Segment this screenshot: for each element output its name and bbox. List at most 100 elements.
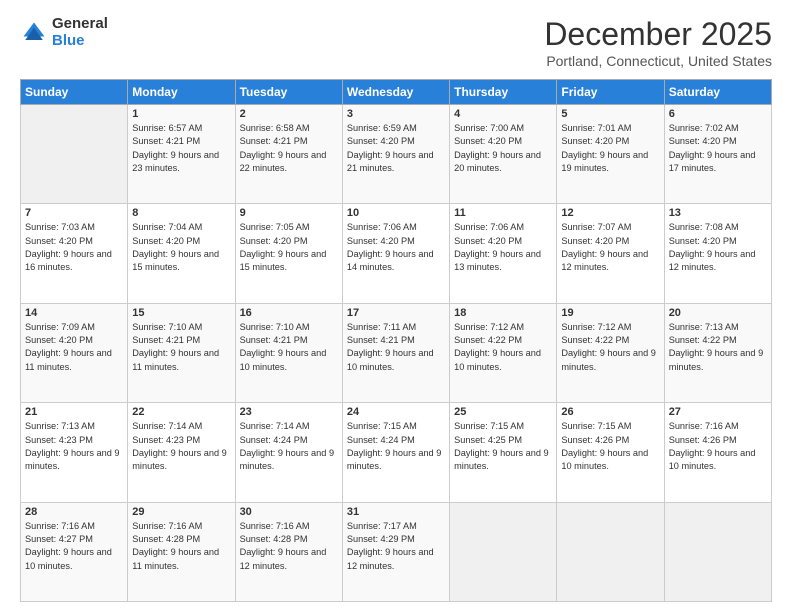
cell-info: Sunrise: 7:11 AMSunset: 4:21 PMDaylight:…	[347, 321, 445, 374]
logo-general: General	[52, 16, 108, 33]
cell-info: Sunrise: 7:07 AMSunset: 4:20 PMDaylight:…	[561, 221, 659, 274]
logo-icon	[20, 19, 48, 47]
day-number: 1	[132, 108, 230, 120]
day-number: 28	[25, 506, 123, 518]
cell-info: Sunrise: 7:01 AMSunset: 4:20 PMDaylight:…	[561, 122, 659, 175]
day-number: 30	[240, 506, 338, 518]
calendar-cell: 26 Sunrise: 7:15 AMSunset: 4:26 PMDayligh…	[557, 403, 664, 502]
cell-info: Sunrise: 6:59 AMSunset: 4:20 PMDaylight:…	[347, 122, 445, 175]
week-row-2: 14Sunrise: 7:09 AMSunset: 4:20 PMDayligh…	[21, 303, 772, 402]
day-number: 2	[240, 108, 338, 120]
cell-info: Sunrise: 6:57 AMSunset: 4:21 PMDaylight:…	[132, 122, 230, 175]
cell-info: Sunrise: 7:14 AMSunset: 4:24 PMDaylight:…	[240, 420, 338, 473]
cell-info: Sunrise: 7:14 AMSunset: 4:23 PMDaylight:…	[132, 420, 230, 473]
calendar-cell: 20 Sunrise: 7:13 AMSunset: 4:22 PMDayligh…	[664, 303, 771, 402]
week-row-1: 7 Sunrise: 7:03 AMSunset: 4:20 PMDaylight…	[21, 204, 772, 303]
cell-info: Sunrise: 7:12 AMSunset: 4:22 PMDaylight:…	[561, 321, 659, 374]
cell-info: Sunrise: 7:16 AMSunset: 4:28 PMDaylight:…	[132, 520, 230, 573]
day-number: 9	[240, 207, 338, 219]
logo-text: General Blue	[52, 16, 108, 49]
day-number: 4	[454, 108, 552, 120]
calendar-cell	[664, 502, 771, 601]
calendar-cell: 23Sunrise: 7:14 AMSunset: 4:24 PMDayligh…	[235, 403, 342, 502]
day-header-wednesday: Wednesday	[342, 80, 449, 105]
day-number: 27	[669, 406, 767, 418]
calendar-cell: 19Sunrise: 7:12 AMSunset: 4:22 PMDayligh…	[557, 303, 664, 402]
calendar-cell: 18 Sunrise: 7:12 AMSunset: 4:22 PMDayligh…	[450, 303, 557, 402]
day-number: 3	[347, 108, 445, 120]
cell-info: Sunrise: 7:00 AMSunset: 4:20 PMDaylight:…	[454, 122, 552, 175]
day-header-saturday: Saturday	[664, 80, 771, 105]
cell-info: Sunrise: 7:16 AMSunset: 4:27 PMDaylight:…	[25, 520, 123, 573]
day-header-tuesday: Tuesday	[235, 80, 342, 105]
calendar-cell: 21 Sunrise: 7:13 AMSunset: 4:23 PMDayligh…	[21, 403, 128, 502]
calendar-cell: 7 Sunrise: 7:03 AMSunset: 4:20 PMDaylight…	[21, 204, 128, 303]
cell-info: Sunrise: 7:16 AMSunset: 4:28 PMDaylight:…	[240, 520, 338, 573]
month-title: December 2025	[544, 16, 772, 53]
calendar-cell: 8Sunrise: 7:04 AMSunset: 4:20 PMDaylight…	[128, 204, 235, 303]
day-number: 6	[669, 108, 767, 120]
calendar-cell: 22 Sunrise: 7:14 AMSunset: 4:23 PMDayligh…	[128, 403, 235, 502]
calendar-cell: 15Sunrise: 7:10 AMSunset: 4:21 PMDayligh…	[128, 303, 235, 402]
calendar-cell	[21, 105, 128, 204]
location-title: Portland, Connecticut, United States	[544, 53, 772, 69]
cell-info: Sunrise: 7:15 AMSunset: 4:24 PMDaylight:…	[347, 420, 445, 473]
calendar-cell: 25Sunrise: 7:15 AMSunset: 4:25 PMDayligh…	[450, 403, 557, 502]
calendar-cell: 4 Sunrise: 7:00 AMSunset: 4:20 PMDaylight…	[450, 105, 557, 204]
day-header-friday: Friday	[557, 80, 664, 105]
calendar-cell: 24 Sunrise: 7:15 AMSunset: 4:24 PMDayligh…	[342, 403, 449, 502]
cell-info: Sunrise: 7:13 AMSunset: 4:22 PMDaylight:…	[669, 321, 767, 374]
cell-info: Sunrise: 7:09 AMSunset: 4:20 PMDaylight:…	[25, 321, 123, 374]
cell-info: Sunrise: 7:10 AMSunset: 4:21 PMDaylight:…	[132, 321, 230, 374]
week-row-0: 1 Sunrise: 6:57 AMSunset: 4:21 PMDaylight…	[21, 105, 772, 204]
calendar-cell: 10Sunrise: 7:06 AMSunset: 4:20 PMDayligh…	[342, 204, 449, 303]
cell-info: Sunrise: 7:12 AMSunset: 4:22 PMDaylight:…	[454, 321, 552, 374]
calendar-cell: 11Sunrise: 7:06 AMSunset: 4:20 PMDayligh…	[450, 204, 557, 303]
title-block: December 2025 Portland, Connecticut, Uni…	[544, 16, 772, 69]
week-row-3: 21 Sunrise: 7:13 AMSunset: 4:23 PMDayligh…	[21, 403, 772, 502]
logo: General Blue	[20, 16, 108, 49]
day-number: 12	[561, 207, 659, 219]
calendar-cell: 14Sunrise: 7:09 AMSunset: 4:20 PMDayligh…	[21, 303, 128, 402]
cell-info: Sunrise: 7:13 AMSunset: 4:23 PMDaylight:…	[25, 420, 123, 473]
day-header-monday: Monday	[128, 80, 235, 105]
calendar-cell: 6 Sunrise: 7:02 AMSunset: 4:20 PMDaylight…	[664, 105, 771, 204]
calendar-cell: 29Sunrise: 7:16 AMSunset: 4:28 PMDayligh…	[128, 502, 235, 601]
calendar-cell: 12 Sunrise: 7:07 AMSunset: 4:20 PMDayligh…	[557, 204, 664, 303]
calendar-table: SundayMondayTuesdayWednesdayThursdayFrid…	[20, 79, 772, 602]
day-header-sunday: Sunday	[21, 80, 128, 105]
calendar-cell: 3 Sunrise: 6:59 AMSunset: 4:20 PMDaylight…	[342, 105, 449, 204]
calendar-cell: 2 Sunrise: 6:58 AMSunset: 4:21 PMDaylight…	[235, 105, 342, 204]
cell-info: Sunrise: 6:58 AMSunset: 4:21 PMDaylight:…	[240, 122, 338, 175]
day-number: 24	[347, 406, 445, 418]
day-number: 16	[240, 307, 338, 319]
cell-info: Sunrise: 7:17 AMSunset: 4:29 PMDaylight:…	[347, 520, 445, 573]
day-number: 11	[454, 207, 552, 219]
cell-info: Sunrise: 7:15 AMSunset: 4:25 PMDaylight:…	[454, 420, 552, 473]
day-number: 18	[454, 307, 552, 319]
cell-info: Sunrise: 7:02 AMSunset: 4:20 PMDaylight:…	[669, 122, 767, 175]
calendar-cell	[450, 502, 557, 601]
cell-info: Sunrise: 7:10 AMSunset: 4:21 PMDaylight:…	[240, 321, 338, 374]
day-number: 20	[669, 307, 767, 319]
cell-info: Sunrise: 7:05 AMSunset: 4:20 PMDaylight:…	[240, 221, 338, 274]
calendar-cell: 30 Sunrise: 7:16 AMSunset: 4:28 PMDayligh…	[235, 502, 342, 601]
cell-info: Sunrise: 7:15 AMSunset: 4:26 PMDaylight:…	[561, 420, 659, 473]
calendar-cell: 1 Sunrise: 6:57 AMSunset: 4:21 PMDaylight…	[128, 105, 235, 204]
calendar-cell: 13Sunrise: 7:08 AMSunset: 4:20 PMDayligh…	[664, 204, 771, 303]
day-number: 10	[347, 207, 445, 219]
cell-info: Sunrise: 7:03 AMSunset: 4:20 PMDaylight:…	[25, 221, 123, 274]
calendar-header: SundayMondayTuesdayWednesdayThursdayFrid…	[21, 80, 772, 105]
cell-info: Sunrise: 7:16 AMSunset: 4:26 PMDaylight:…	[669, 420, 767, 473]
calendar-cell: 31Sunrise: 7:17 AMSunset: 4:29 PMDayligh…	[342, 502, 449, 601]
calendar-cell: 16 Sunrise: 7:10 AMSunset: 4:21 PMDayligh…	[235, 303, 342, 402]
page: General Blue December 2025 Portland, Con…	[0, 0, 792, 612]
day-number: 13	[669, 207, 767, 219]
day-number: 22	[132, 406, 230, 418]
day-number: 21	[25, 406, 123, 418]
calendar-cell: 17 Sunrise: 7:11 AMSunset: 4:21 PMDayligh…	[342, 303, 449, 402]
calendar-cell: 9 Sunrise: 7:05 AMSunset: 4:20 PMDaylight…	[235, 204, 342, 303]
day-number: 17	[347, 307, 445, 319]
day-number: 26	[561, 406, 659, 418]
day-number: 7	[25, 207, 123, 219]
